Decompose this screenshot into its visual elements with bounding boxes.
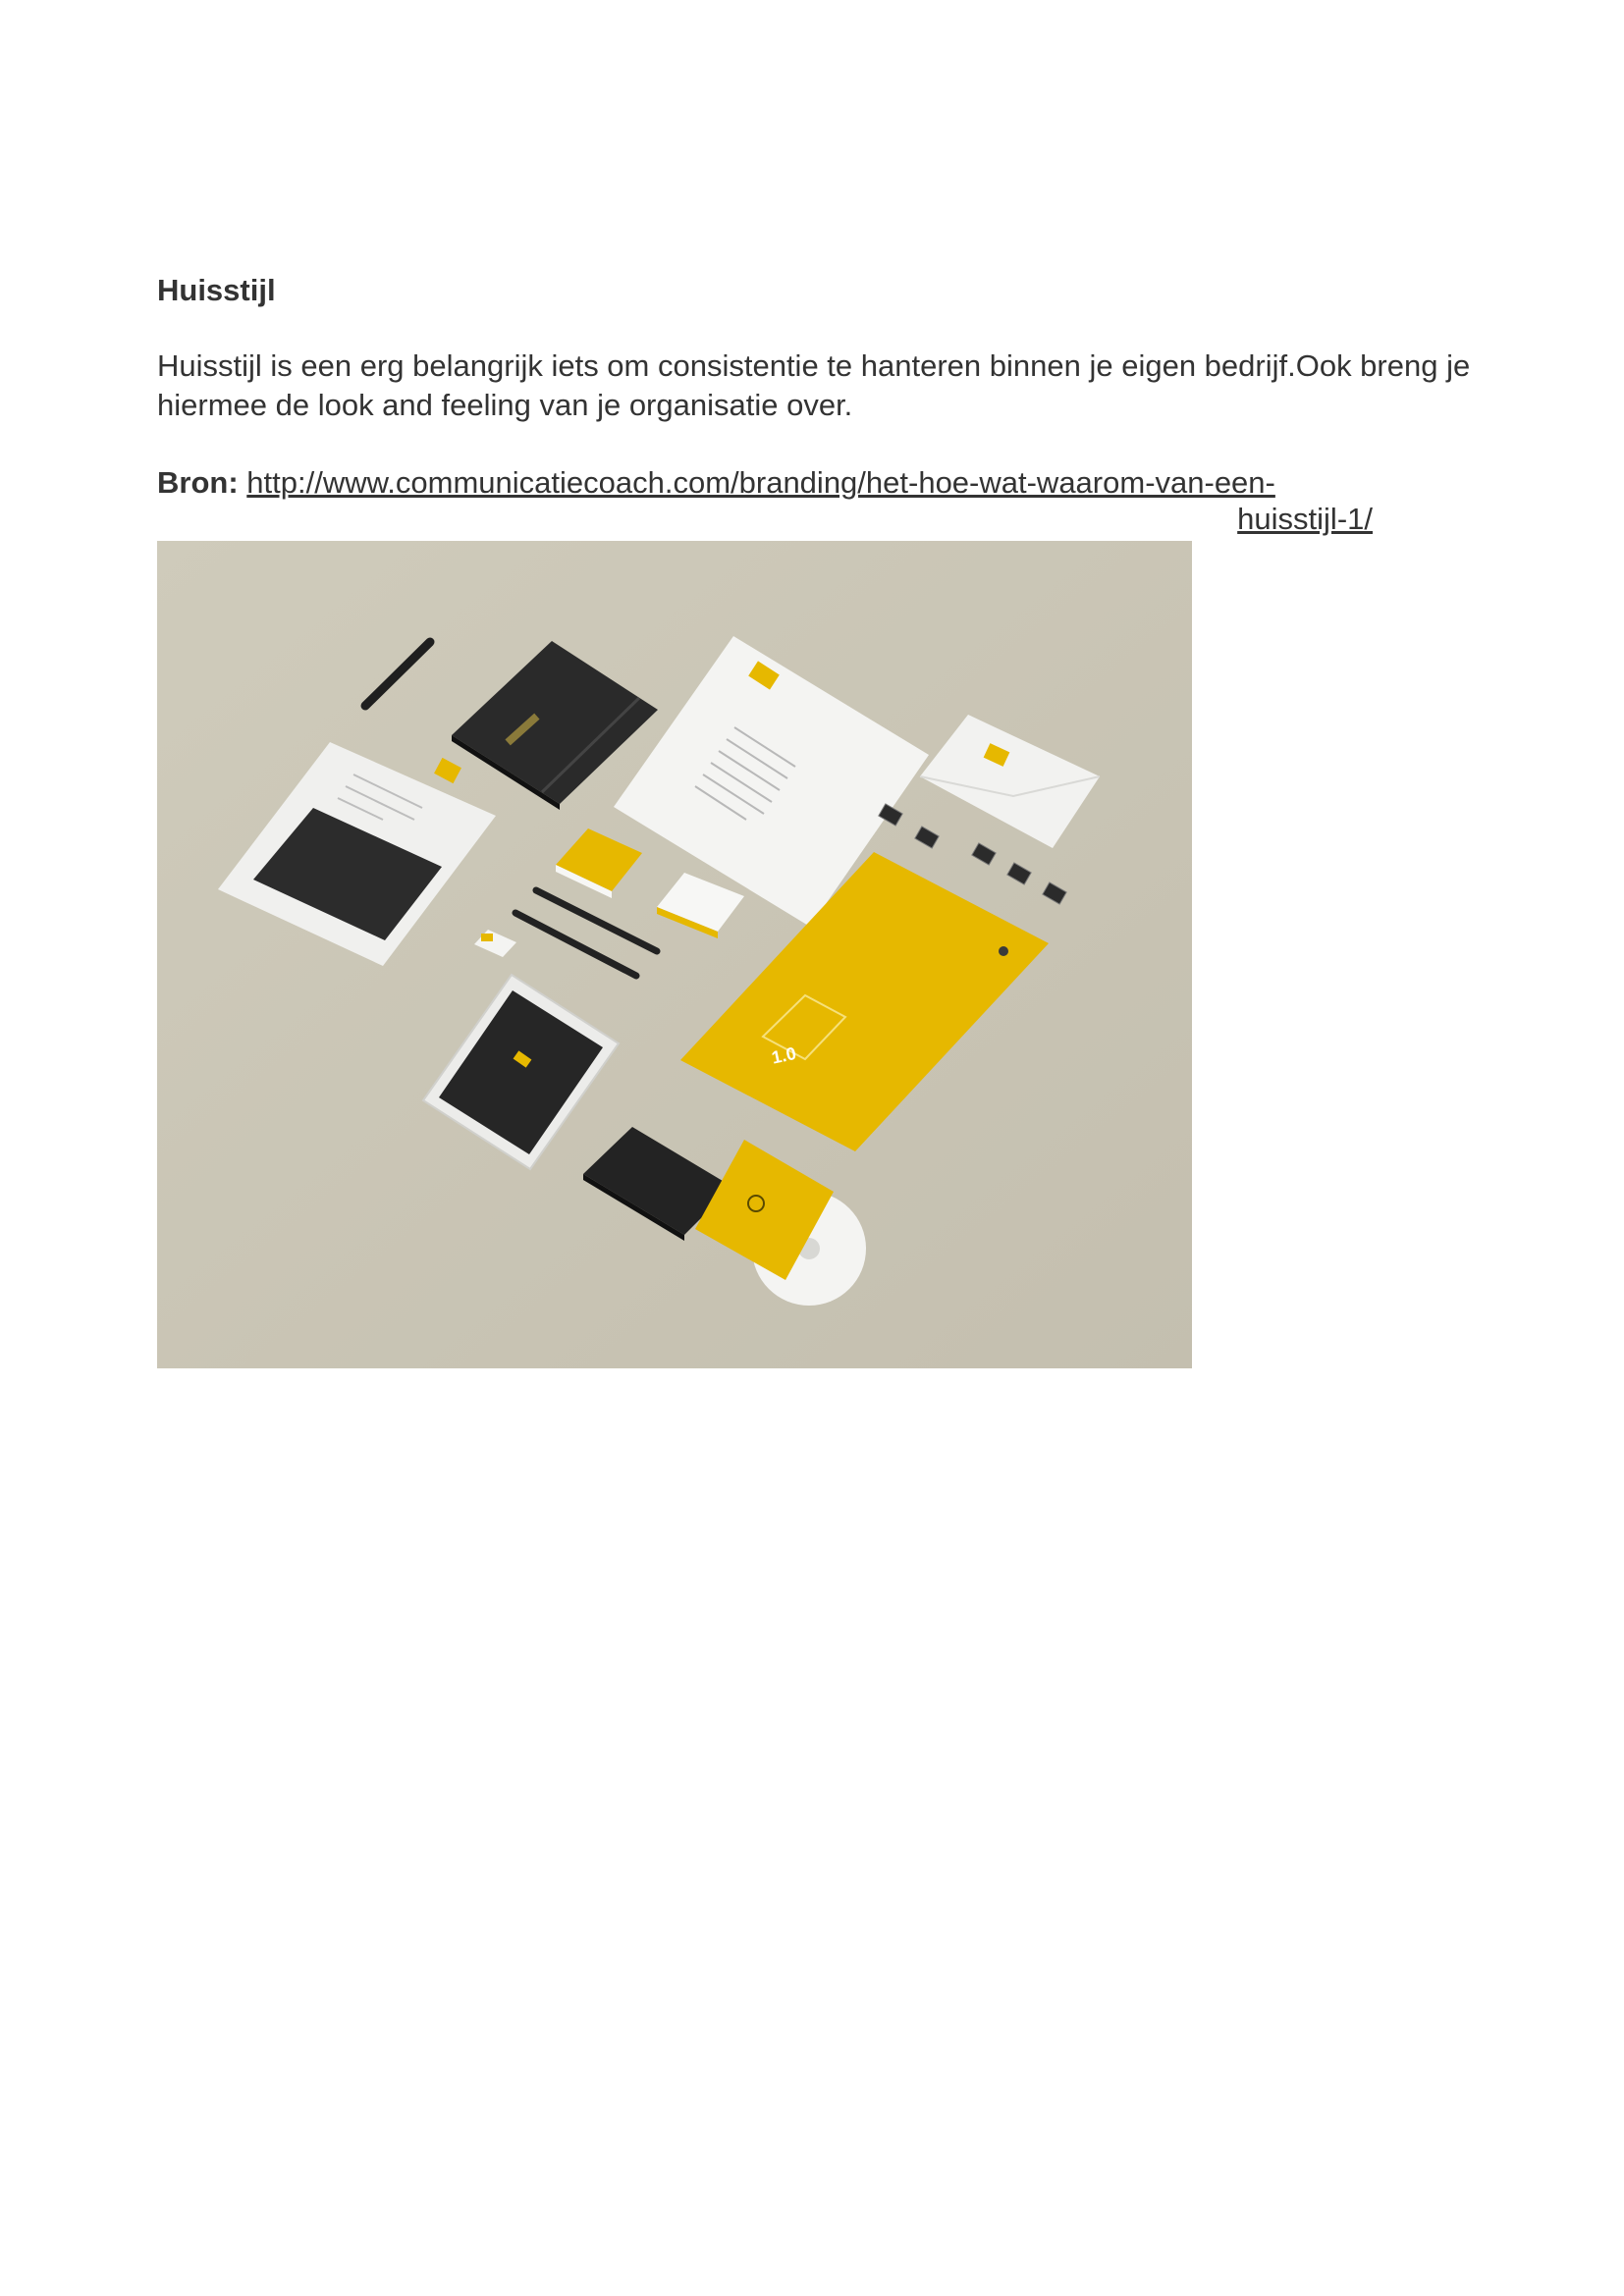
source-url-part1: http://www.communicatiecoach.com/brandin…	[246, 465, 1275, 500]
source-link[interactable]: http://www.communicatiecoach.com/brandin…	[157, 465, 1373, 537]
stationery-mockup-image: 1.0	[157, 541, 1192, 1368]
page-heading: Huisstijl	[157, 273, 276, 307]
source-line: Bron: http://www.communicatiecoach.com/b…	[157, 464, 1373, 537]
source-url-part2: huisstijl-1/	[1237, 502, 1373, 536]
source-label: Bron:	[157, 465, 239, 500]
intro-paragraph: Huisstijl is een erg belangrijk iets om …	[157, 348, 1471, 422]
